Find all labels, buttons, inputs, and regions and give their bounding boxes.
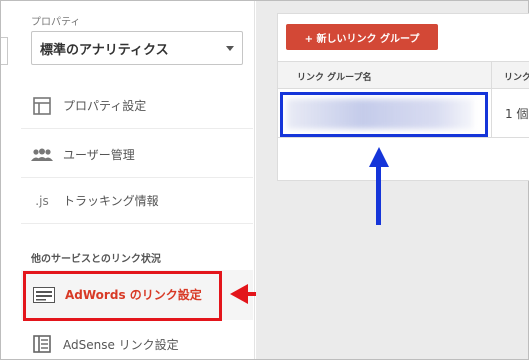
link-count-cell: 1 個 <box>505 107 529 121</box>
chevron-down-icon <box>226 46 234 51</box>
new-link-group-button[interactable]: + 新しいリンク グループ <box>286 24 438 50</box>
adsense-icon <box>31 334 53 354</box>
property-settings-icon <box>31 96 53 116</box>
section-header-linked-services: 他のサービスとのリンク状況 <box>31 254 161 265</box>
annotation-arrow-blue-shaft <box>376 165 381 225</box>
property-select-value: 標準のアナリティクス <box>40 42 169 58</box>
arrow-left-icon <box>230 284 248 304</box>
sidebar-item-property-settings[interactable]: プロパティ設定 <box>21 83 253 129</box>
sidebar-item-label: プロパティ設定 <box>63 99 147 113</box>
sidebar-item-label: AdSense リンク設定 <box>63 337 179 352</box>
table-row-divider <box>278 137 529 138</box>
collapsed-panel-edge[interactable] <box>1 37 8 65</box>
users-icon <box>31 145 53 165</box>
property-select[interactable]: 標準のアナリティクス <box>31 31 243 65</box>
sidebar-item-user-management[interactable]: ユーザー管理 <box>21 132 253 178</box>
sidebar-item-adsense-link[interactable]: AdSense リンク設定 <box>21 321 253 360</box>
sidebar-item-tracking-info[interactable]: .js トラッキング情報 <box>21 178 253 224</box>
highlight-box-adwords <box>23 271 222 321</box>
js-icon: .js <box>35 193 49 208</box>
arrow-up-icon <box>369 147 389 167</box>
property-label: プロパティ <box>31 17 81 28</box>
column-header-link[interactable]: リンク <box>504 70 529 83</box>
column-header-link-group-name[interactable]: リンク グループ名 <box>297 70 372 83</box>
highlight-box-link-group <box>280 92 488 137</box>
sidebar-item-label: ユーザー管理 <box>63 148 135 162</box>
sidebar-item-label: トラッキング情報 <box>63 194 159 208</box>
column-divider <box>491 62 492 138</box>
